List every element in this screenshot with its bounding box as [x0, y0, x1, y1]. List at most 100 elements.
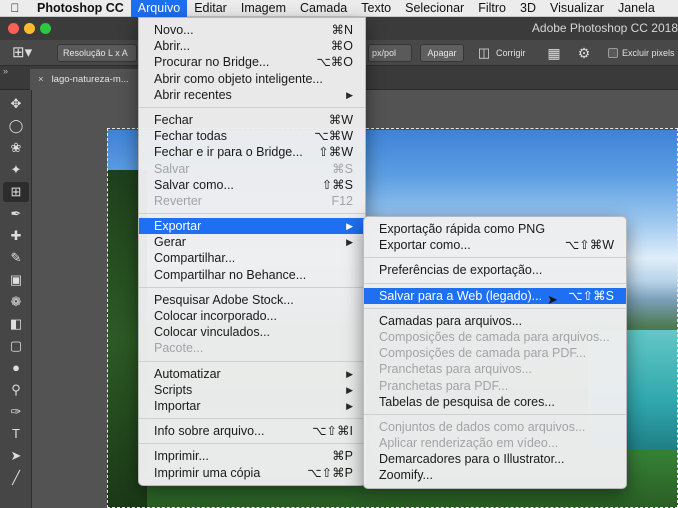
- file-menu: Novo... ⌘N Abrir... ⌘O Procurar no Bridge.…: [138, 17, 366, 486]
- export-submenu: Exportação rápida como PNG Exportar como…: [363, 216, 627, 489]
- menu-janela[interactable]: Janela: [611, 0, 662, 17]
- document-tab-label: lago-natureza-m...: [51, 74, 129, 85]
- menu-filtro[interactable]: Filtro: [471, 0, 513, 17]
- menu-separator: [139, 443, 365, 445]
- close-tab-icon[interactable]: ×: [38, 74, 44, 85]
- gear-icon[interactable]: ⚙: [574, 43, 594, 63]
- menu-item-composicoes-pdf: Composições de camada para PDF...: [379, 346, 587, 361]
- menu-item-tabelas-pesquisa-cores[interactable]: Tabelas de pesquisa de cores...: [364, 394, 626, 410]
- clone-stamp-tool-icon[interactable]: ▣: [3, 270, 29, 290]
- menu-item-gerar[interactable]: Gerar ▶: [139, 234, 365, 250]
- menu-texto[interactable]: Texto: [354, 0, 398, 17]
- menu-item-salvar-como[interactable]: Salvar como... ⇧⌘S: [139, 177, 365, 193]
- menu-item-pacote: Pacote...: [154, 341, 204, 356]
- menu-separator: [364, 307, 626, 309]
- menu-separator: [139, 106, 365, 108]
- line-tool-icon[interactable]: ╱: [3, 468, 29, 488]
- menu-visualizar[interactable]: Visualizar: [543, 0, 611, 17]
- menu-3d[interactable]: 3D: [513, 0, 543, 17]
- blur-tool-icon[interactable]: ●: [3, 358, 29, 378]
- collapse-panel-icon[interactable]: »: [3, 66, 8, 76]
- menu-camada[interactable]: Camada: [293, 0, 354, 17]
- menu-item-info-arquivo[interactable]: Info sobre arquivo... ⌥⇧⌘I: [139, 423, 365, 439]
- submenu-arrow-icon: ▶: [346, 400, 353, 411]
- clear-button[interactable]: Apagar: [420, 44, 464, 62]
- menu-photoshop[interactable]: Photoshop CC: [30, 0, 131, 17]
- brush-tool-icon[interactable]: ✎: [3, 248, 29, 268]
- lasso-tool-icon[interactable]: ❀: [3, 138, 29, 158]
- minimize-window-button[interactable]: [24, 23, 35, 34]
- menu-editar[interactable]: Editar: [187, 0, 234, 17]
- menu-item-compartilhar[interactable]: Compartilhar...: [139, 250, 365, 266]
- menu-item-automatizar[interactable]: Automatizar ▶: [139, 366, 365, 382]
- menu-item-abrir-recentes[interactable]: Abrir recentes ▶: [139, 87, 365, 103]
- menu-item-fechar-ir-bridge[interactable]: Fechar e ir para o Bridge... ⇧⌘W: [139, 144, 365, 160]
- menu-item-pranchetas-arquivos: Pranchetas para arquivos...: [379, 362, 532, 377]
- menu-item-salvar-para-web[interactable]: Salvar para a Web (legado)... ⌥⇧⌘S: [364, 287, 626, 304]
- menu-item-abrir[interactable]: Abrir... ⌘O: [139, 38, 365, 54]
- gradient-tool-icon[interactable]: ▢: [3, 336, 29, 356]
- straighten-label[interactable]: Corrigir: [496, 45, 526, 61]
- app-title: Adobe Photoshop CC 2018: [531, 21, 678, 35]
- menu-item-fechar[interactable]: Fechar ⌘W: [139, 112, 365, 128]
- close-window-button[interactable]: [8, 23, 19, 34]
- menu-item-procurar-bridge[interactable]: Procurar no Bridge... ⌥⌘O: [139, 54, 365, 70]
- move-tool-icon[interactable]: ✥: [3, 94, 29, 114]
- menu-separator: [139, 213, 365, 215]
- submenu-arrow-icon: ▶: [346, 221, 353, 232]
- menu-item-novo[interactable]: Novo... ⌘N: [139, 22, 365, 38]
- submenu-arrow-icon: ▶: [346, 384, 353, 395]
- ratio-select[interactable]: Resolução L x A: [57, 44, 137, 62]
- eraser-tool-icon[interactable]: ◧: [3, 314, 29, 334]
- menu-separator: [364, 413, 626, 415]
- menu-arquivo[interactable]: Arquivo: [130, 0, 188, 17]
- menu-item-demarcadores-illustrator[interactable]: Demarcadores para o Illustrator...: [364, 451, 626, 467]
- zoom-window-button[interactable]: [40, 23, 51, 34]
- crop-tool-icon[interactable]: ⊞: [3, 182, 29, 202]
- document-tab[interactable]: × lago-natureza-m...: [30, 69, 150, 90]
- submenu-arrow-icon: ▶: [346, 89, 353, 100]
- menu-item-preferencias-exportacao[interactable]: Preferências de exportação...: [364, 262, 626, 278]
- menu-item-zoomify[interactable]: Zoomify...: [364, 467, 626, 483]
- submenu-arrow-icon: ▶: [346, 368, 353, 379]
- menu-item-composicoes-arquivos: Composições de camada para arquivos...: [379, 329, 610, 344]
- history-brush-tool-icon[interactable]: ❁: [3, 292, 29, 312]
- submenu-arrow-icon: ▶: [346, 237, 353, 248]
- menu-item-fechar-todas[interactable]: Fechar todas ⌥⌘W: [139, 128, 365, 144]
- menu-item-camadas-para-arquivos[interactable]: Camadas para arquivos...: [364, 313, 626, 329]
- dodge-tool-icon[interactable]: ⚲: [3, 380, 29, 400]
- menu-item-pranchetas-pdf: Pranchetas para PDF...: [379, 378, 509, 393]
- overlay-grid-icon[interactable]: ▦: [544, 43, 564, 63]
- menu-item-compartilhar-behance[interactable]: Compartilhar no Behance...: [139, 267, 365, 283]
- magic-wand-tool-icon[interactable]: ✦: [3, 160, 29, 180]
- menu-item-salvar: Salvar ⌘S: [154, 161, 353, 176]
- delete-cropped-checkbox[interactable]: [608, 48, 618, 58]
- healing-brush-tool-icon[interactable]: ✚: [3, 226, 29, 246]
- menu-item-exportar-como[interactable]: Exportar como... ⌥⇧⌘W: [364, 237, 626, 253]
- menu-item-imprimir[interactable]: Imprimir... ⌘P: [139, 448, 365, 464]
- menu-item-importar[interactable]: Importar ▶: [139, 398, 365, 414]
- mouse-pointer-icon: ➤: [547, 292, 558, 307]
- marquee-tool-icon[interactable]: ◯: [3, 116, 29, 136]
- path-selection-tool-icon[interactable]: ➤: [3, 446, 29, 466]
- menu-item-abrir-objeto-inteligente[interactable]: Abrir como objeto inteligente...: [139, 71, 365, 87]
- menu-item-scripts[interactable]: Scripts ▶: [139, 382, 365, 398]
- straighten-icon[interactable]: ◫: [474, 44, 494, 62]
- menu-item-colocar-vinculados[interactable]: Colocar vinculados...: [139, 324, 365, 340]
- menu-item-colocar-incorporado[interactable]: Colocar incorporado...: [139, 308, 365, 324]
- menu-item-conjuntos-dados: Conjuntos de dados como arquivos...: [379, 419, 586, 434]
- menu-selecionar[interactable]: Selecionar: [398, 0, 471, 17]
- macos-menu-bar:  Photoshop CC Arquivo Editar Imagem Cam…: [0, 0, 678, 17]
- eyedropper-tool-icon[interactable]: ✒: [3, 204, 29, 224]
- menu-separator: [364, 257, 626, 259]
- menu-imagem[interactable]: Imagem: [234, 0, 293, 17]
- menu-item-imprimir-copia[interactable]: Imprimir uma cópia ⌥⇧⌘P: [139, 465, 365, 481]
- pen-tool-icon[interactable]: ✑: [3, 402, 29, 422]
- crop-tool-preset-icon[interactable]: ⊞▾: [12, 44, 36, 62]
- type-tool-icon[interactable]: T: [3, 424, 29, 444]
- menu-item-exportacao-rapida-png[interactable]: Exportação rápida como PNG: [364, 221, 626, 237]
- menu-item-exportar[interactable]: Exportar ▶: [139, 218, 365, 235]
- unit-select[interactable]: px/pol: [368, 44, 412, 62]
- menu-item-pesquisar-adobe-stock[interactable]: Pesquisar Adobe Stock...: [139, 292, 365, 308]
- apple-icon[interactable]: : [0, 1, 30, 15]
